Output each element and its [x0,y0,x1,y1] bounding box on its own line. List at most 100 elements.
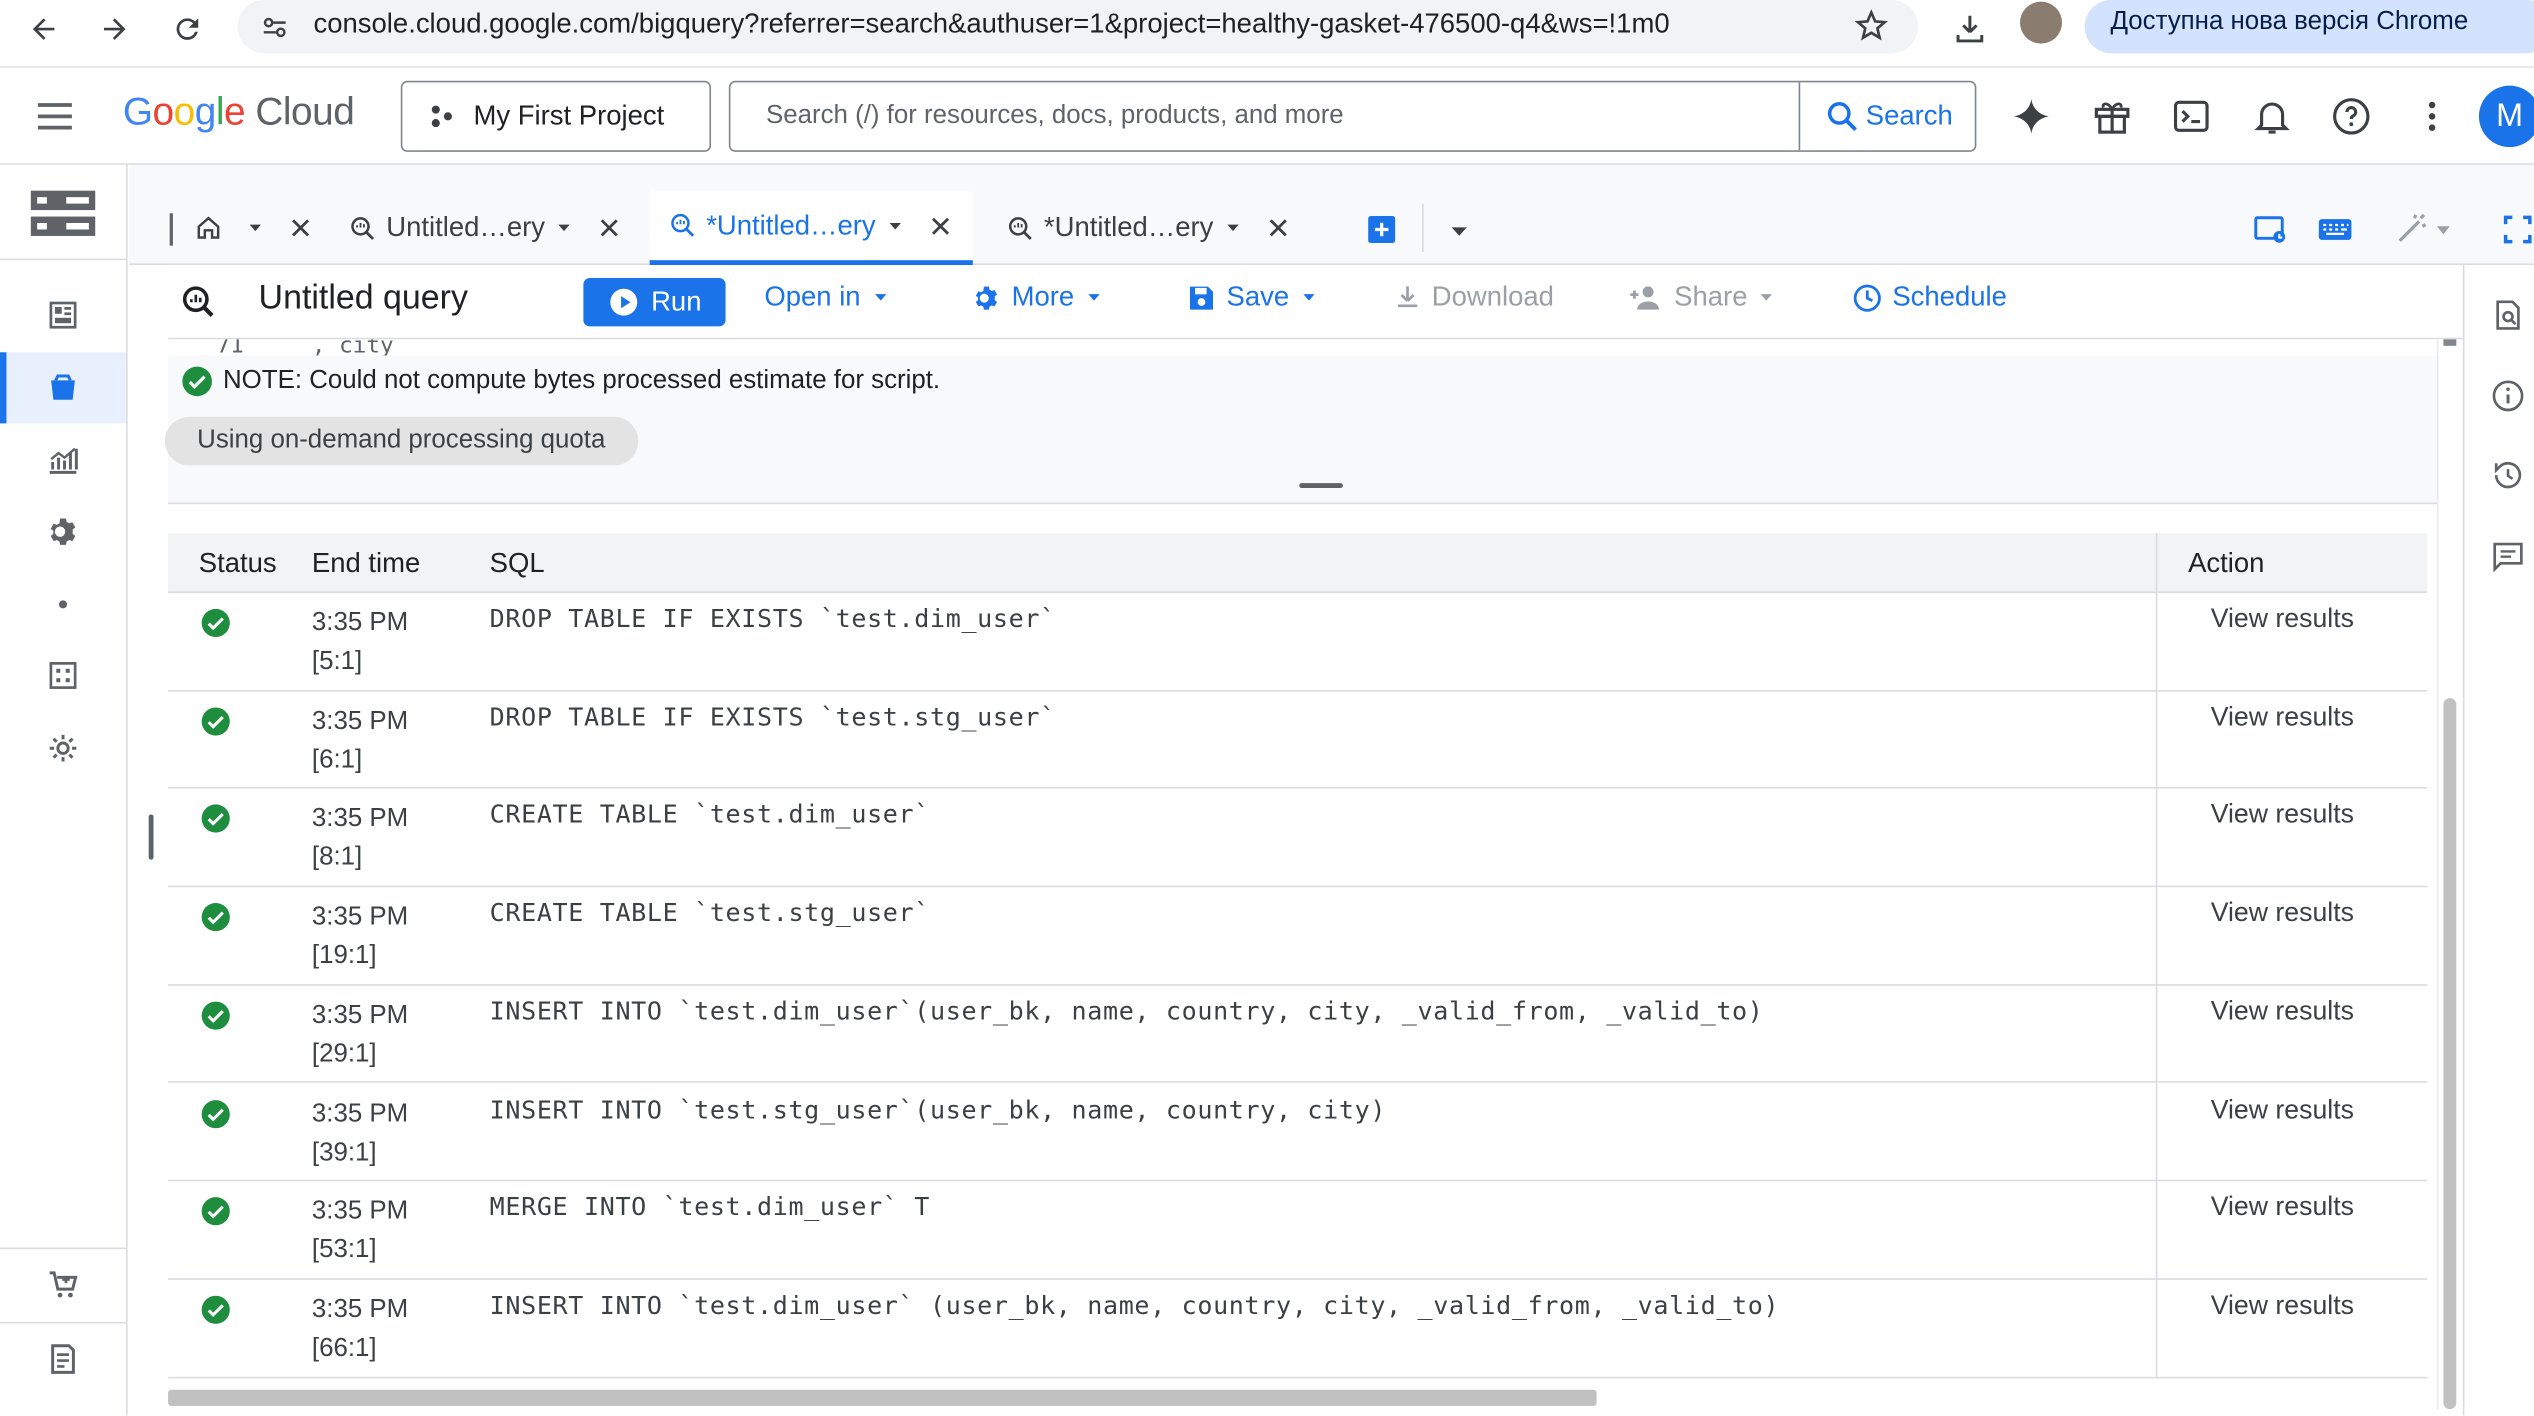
tab-home[interactable] [194,191,314,265]
view-results-link[interactable]: View results [2211,1095,2354,1126]
table-row: 3:35 PM [5:1] DROP TABLE IF EXISTS `test.d… [168,593,2428,692]
chevron-down-icon[interactable] [246,218,265,237]
schedule-button[interactable]: Schedule [1852,281,2007,313]
open-in-label: Open in [764,281,861,312]
dot-icon[interactable] [0,569,126,640]
sql-editor[interactable]: 71 , city [168,339,2457,356]
vertical-scrollbar-thumb[interactable] [2443,698,2457,1410]
table-row: 3:35 PM [66:1] INSERT INTO `test.dim_user`… [168,1280,2428,1378]
overview-dashboard-icon[interactable] [0,280,126,351]
success-check-icon [200,706,231,737]
query-title[interactable]: Untitled query [259,280,468,319]
google-cloud-logo[interactable]: Google Cloud [123,90,355,135]
query-icon [669,212,696,239]
close-icon[interactable] [927,213,953,239]
bookmark-star-icon[interactable] [1854,8,1890,44]
keyboard-icon[interactable] [2317,213,2353,245]
settings-gear-icon[interactable] [0,496,126,567]
collapse-handle[interactable] [148,814,154,860]
column-header-action[interactable]: Action [2188,548,2264,580]
end-time: 3:35 PM [311,1295,409,1324]
success-check-icon [200,608,231,639]
column-header-status[interactable]: Status [199,548,277,580]
site-settings-icon[interactable] [260,13,289,42]
bigquery-product-icon[interactable] [0,178,126,249]
chevron-down-icon[interactable] [555,218,574,237]
sql-statement: INSERT INTO `test.dim_user` (user_bk, na… [489,1291,1780,1321]
view-results-link[interactable]: View results [2211,997,2354,1028]
format-wand-icon[interactable] [2395,213,2453,245]
view-results-link[interactable]: View results [2211,604,2354,635]
close-icon[interactable] [597,215,623,241]
fullscreen-icon[interactable] [2502,213,2534,245]
view-results-link[interactable]: View results [2211,702,2354,733]
info-icon[interactable] [2487,375,2529,417]
notifications-bell-icon[interactable] [2246,90,2298,142]
download-icon[interactable] [1946,5,1994,53]
history-icon[interactable] [2487,454,2529,496]
new-tab-plus-icon[interactable] [1366,213,1398,245]
admin-gear-icon[interactable] [0,713,126,784]
query-details-icon[interactable] [2487,294,2529,336]
analytics-chart-icon[interactable] [0,425,126,496]
view-results-link[interactable]: View results [2211,1193,2354,1224]
query-tab-strip: Untitled…ery *Untitled…ery *Untitled…ery [129,164,2534,266]
tab-label: *Untitled…ery [1043,211,1214,243]
hamburger-menu-icon[interactable] [32,94,77,139]
browser-toolbar: console.cloud.google.com/bigquery?referr… [0,0,2534,68]
url-text[interactable]: console.cloud.google.com/bigquery?referr… [314,8,1670,40]
tab-query-2[interactable]: *Untitled…ery [649,190,973,266]
chevron-down-icon[interactable] [1223,218,1242,237]
close-icon[interactable] [1265,215,1291,241]
column-header-sql[interactable]: SQL [490,548,545,580]
reload-icon[interactable] [163,5,211,53]
view-results-link[interactable]: View results [2211,899,2354,930]
cloud-shell-terminal-icon[interactable] [2165,90,2217,142]
gemini-sparkle-icon[interactable] [2005,90,2057,142]
quota-chip[interactable]: Using on-demand processing quota [164,416,638,466]
tab-scroll-edge [169,213,173,246]
chevron-down-icon[interactable] [885,216,904,235]
schedule-label: Schedule [1892,281,2007,312]
address-bar[interactable]: console.cloud.google.com/bigquery?referr… [237,0,1919,54]
resize-handle[interactable] [1299,483,1343,489]
close-icon[interactable] [288,215,314,241]
grid-table-icon[interactable] [0,640,126,711]
horizontal-scrollbar[interactable] [168,1386,2428,1410]
studio-icon[interactable] [0,352,127,424]
comment-icon[interactable] [2487,535,2529,577]
view-results-link[interactable]: View results [2211,1291,2354,1322]
more-vert-icon[interactable] [2406,90,2458,142]
play-circle-icon [607,286,639,318]
horizontal-scrollbar-thumb[interactable] [168,1389,1597,1406]
statement-position: [66:1] [311,1334,377,1363]
marketplace-cart-icon[interactable] [0,1249,126,1320]
column-header-end-time[interactable]: End time [312,548,420,580]
account-avatar[interactable]: M [2478,85,2534,148]
chrome-update-button[interactable]: Доступна нова версія Chrome [2084,0,2534,54]
run-button[interactable]: Run [583,277,726,327]
download-button[interactable]: Download [1393,281,1554,313]
save-button[interactable]: Save [1186,281,1318,313]
vertical-scrollbar[interactable] [2436,339,2460,1410]
search-button[interactable]: Search [1798,82,1977,151]
release-notes-icon[interactable] [0,1324,126,1395]
search-input[interactable] [730,82,1799,151]
share-button[interactable]: Share [1629,281,1777,313]
view-results-link[interactable]: View results [2211,801,2354,832]
tab-list-chevron-icon[interactable] [1448,220,1471,243]
clock-icon [1852,282,1883,313]
open-in-new-window-icon[interactable] [2253,213,2289,245]
profile-avatar[interactable] [2020,1,2063,44]
project-picker-button[interactable]: My First Project [400,80,712,152]
tab-query-3[interactable]: *Untitled…ery [1007,191,1291,265]
more-button[interactable]: More [971,281,1103,313]
tab-query-1[interactable]: Untitled…ery [349,191,623,265]
help-icon[interactable] [2325,90,2377,142]
more-label: More [1011,281,1075,312]
table-header: Status End time SQL Action [168,533,2428,594]
forward-arrow-icon[interactable] [90,5,138,53]
back-arrow-icon[interactable] [19,5,67,53]
gift-icon[interactable] [2086,90,2138,142]
open-in-button[interactable]: Open in [764,281,889,313]
